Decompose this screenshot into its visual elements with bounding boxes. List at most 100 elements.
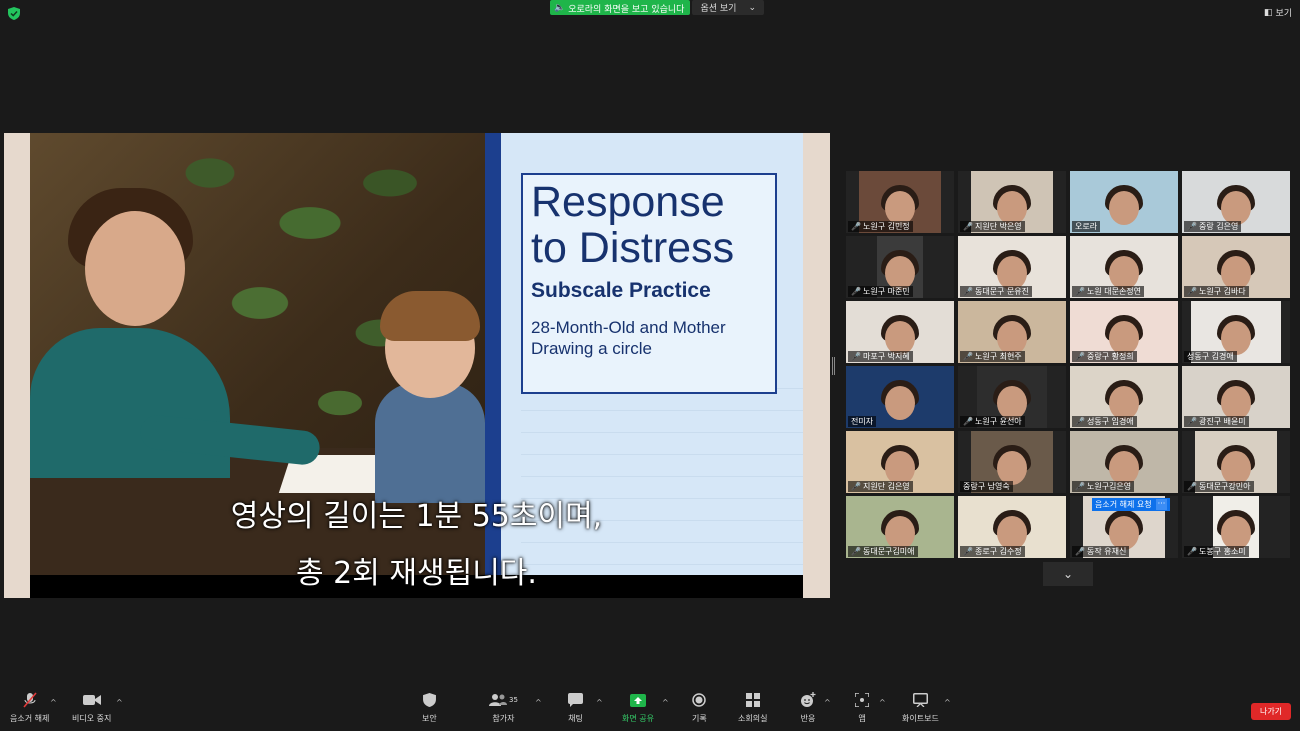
participant-tile[interactable]: 🎤 지원단 김은영 [846, 431, 954, 493]
participant-tile[interactable]: 전미자 [846, 366, 954, 428]
participant-tile[interactable]: 🎤 도봉구 홍소미 [1182, 496, 1290, 558]
participant-tile[interactable]: 🎤 노원구 김바다 [1182, 236, 1290, 298]
caption-line2: 총 2회 재생됩니다. [296, 556, 537, 591]
video-stop-button[interactable]: 비디오 중지 [72, 690, 111, 724]
unmute-button[interactable]: 음소거 해제 [10, 690, 49, 724]
breakout-rooms-label: 소회의실 [738, 714, 768, 723]
participant-name: 도봉구 홍소미 [1198, 547, 1246, 556]
participant-name-tag: 🎤 도봉구 홍소미 [1184, 546, 1249, 557]
chat-button[interactable]: 채팅 [568, 690, 583, 724]
participant-tile[interactable]: 🎤 성동구 임경애 [1070, 366, 1178, 428]
whiteboard-label: 화이트보드 [902, 714, 939, 723]
participant-name: 동대문구김미애 [862, 547, 915, 556]
participant-tile[interactable]: 🎤 노원구 윤선아 [958, 366, 1066, 428]
microphone-muted-icon: 🎤 [963, 352, 973, 361]
participant-tile[interactable]: 🎤 노원구 최현주 [958, 301, 1066, 363]
participant-face [997, 256, 1027, 290]
participant-tile[interactable]: 🎤 중랑구 황정희 [1070, 301, 1178, 363]
participant-name-tag: 🎤 중랑구 황정희 [1072, 351, 1137, 362]
participants-caret[interactable]: ^ [535, 698, 542, 707]
participant-face [1109, 191, 1139, 225]
participant-name: 성동구 임경애 [1086, 417, 1134, 426]
caption-line1: 영상의 길이는 1분 55초이며, [230, 499, 603, 534]
mother-figure [30, 328, 230, 478]
chevron-down-icon: ⌄ [748, 2, 756, 13]
participant-face [885, 191, 915, 225]
microphone-muted-icon: 🎤 [963, 222, 973, 231]
participant-name: 마포구 박지혜 [862, 352, 910, 361]
participant-tile[interactable]: 🎤 노원구 김민정 [846, 171, 954, 233]
participant-name-tag: 🎤 노원구 김민정 [848, 221, 913, 232]
participant-face [997, 191, 1027, 225]
reactions-caret[interactable]: ^ [824, 698, 831, 707]
breakout-rooms-button[interactable]: 소회의실 [738, 690, 767, 724]
microphone-muted-icon: 🎤 [1187, 547, 1197, 556]
record-button[interactable]: 기록 [692, 690, 707, 724]
participant-tile[interactable]: 🎤 동대문구강민아 [1182, 431, 1290, 493]
participant-name: 전미자 [851, 417, 874, 426]
participant-name-tag: 🎤 노원구 김바다 [1184, 286, 1249, 297]
participant-tile[interactable]: 중랑구 남영숙 [958, 431, 1066, 493]
share-screen-button[interactable]: 화면 공유 [622, 690, 654, 724]
more-options-icon[interactable]: ··· [1155, 499, 1168, 510]
view-button[interactable]: ◧ 보기 [1264, 6, 1292, 20]
share-caret[interactable]: ^ [662, 698, 669, 707]
apps-caret[interactable]: ^ [879, 698, 886, 707]
participant-tile[interactable]: 🎤 노원구김은영 [1070, 431, 1178, 493]
participant-tile[interactable]: 🎤 지원단 박은영 [958, 171, 1066, 233]
leave-button[interactable]: 나가기 [1251, 703, 1291, 720]
participant-tile[interactable]: 🎤 종로구 김수정 [958, 496, 1066, 558]
gallery-next-page-button[interactable]: ⌄ [1043, 562, 1093, 586]
view-options-dropdown[interactable]: 옵션 보기 ⌄ [692, 0, 764, 15]
chat-caret[interactable]: ^ [596, 698, 603, 707]
zoom-window: 🔈 오로라의 화면을 보고 있습니다 옵션 보기 ⌄ ◧ 보기 Response… [0, 0, 1300, 731]
participant-tile[interactable]: 🎤 중랑 김은영 [1182, 171, 1290, 233]
microphone-muted-icon: 🎤 [1187, 287, 1197, 296]
grid-icon [745, 693, 760, 707]
microphone-muted-icon: 🎤 [963, 547, 973, 556]
apps-label: 앱 [858, 714, 866, 723]
speaker-icon: 🔈 [554, 3, 566, 13]
participant-name: 지원단 박은영 [974, 222, 1022, 231]
view-options-label: 옵션 보기 [700, 4, 737, 14]
share-screen-label: 화면 공유 [622, 714, 654, 723]
participant-tile[interactable]: 🎤 동작 유재신 음소거 해제 요청 ··· [1070, 496, 1178, 558]
security-label: 보안 [422, 714, 437, 723]
participant-count: 35 [509, 696, 518, 704]
microphone-muted-icon: 🎤 [851, 287, 861, 296]
unmute-request-badge[interactable]: 음소거 해제 요청 ··· [1092, 498, 1171, 511]
participant-tile[interactable]: 🎤 동대문구김미애 [846, 496, 954, 558]
participant-name: 광진구 배윤미 [1198, 417, 1246, 426]
participant-tile[interactable]: 🎤 마포구 박지혜 [846, 301, 954, 363]
microphone-muted-icon: 🎤 [1075, 547, 1085, 556]
chat-bubble-icon [568, 693, 583, 707]
participant-tile[interactable]: 🎤 동대문구 문유진 [958, 236, 1066, 298]
reactions-button[interactable]: 반응 [800, 690, 816, 724]
participant-tile[interactable]: 🎤 광진구 배윤미 [1182, 366, 1290, 428]
participant-tile[interactable]: 🎤 노원 대문손정연 [1070, 236, 1178, 298]
participant-name-tag: 🎤 동대문구김미애 [848, 546, 918, 557]
participant-face [1221, 321, 1251, 355]
whiteboard-button[interactable]: 화이트보드 [902, 690, 939, 724]
microphone-muted-icon: 🎤 [851, 222, 861, 231]
participant-name: 노원구 김바다 [1198, 287, 1246, 296]
unmute-request-label: 음소거 해제 요청 [1095, 500, 1152, 509]
video-options-caret[interactable]: ^ [116, 698, 123, 707]
mother-face [85, 211, 185, 326]
panel-resize-handle[interactable] [832, 357, 835, 375]
shield-icon [422, 693, 436, 707]
participant-tile[interactable]: 성동구 김경애 [1182, 301, 1290, 363]
shared-screen[interactable]: Response to Distress Subscale Practice 2… [4, 133, 830, 598]
participant-name-tag: 🎤 동대문구강민아 [1184, 481, 1254, 492]
video-stop-label: 비디오 중지 [72, 714, 112, 723]
security-button[interactable]: 보안 [422, 690, 437, 724]
participant-name: 노원구 마준민 [862, 287, 910, 296]
apps-button[interactable]: 앱 [855, 690, 869, 724]
whiteboard-caret[interactable]: ^ [944, 698, 951, 707]
security-shield-icon[interactable] [8, 7, 20, 20]
participant-tile[interactable]: 오로라 [1070, 171, 1178, 233]
audio-options-caret[interactable]: ^ [50, 698, 57, 707]
microphone-muted-icon: 🎤 [1187, 417, 1197, 426]
participants-button[interactable]: 35 참가자 [489, 690, 518, 724]
participant-tile[interactable]: 🎤 노원구 마준민 [846, 236, 954, 298]
